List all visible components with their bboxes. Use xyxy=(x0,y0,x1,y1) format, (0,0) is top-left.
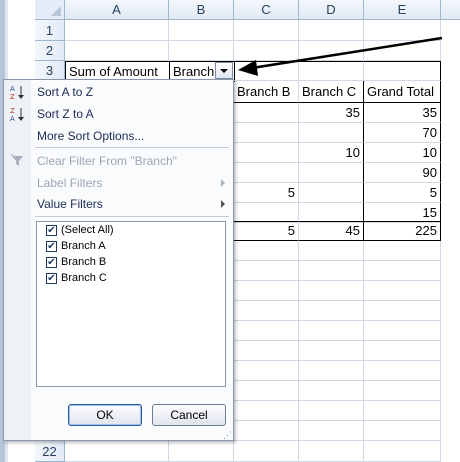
row-header-1[interactable]: 1 xyxy=(35,20,65,41)
pivot-cell-b-r1[interactable] xyxy=(234,103,299,123)
sort-ascending-icon: AZ xyxy=(10,84,26,101)
checkbox-checked-icon[interactable]: ✔ xyxy=(46,257,57,268)
checklist-item-select-all[interactable]: ✔ (Select All) xyxy=(46,224,114,236)
value-filters-submenu-icon xyxy=(221,200,225,208)
label-filters-submenu-icon xyxy=(221,179,225,187)
pivot-cell-total-r5[interactable]: 5 xyxy=(364,183,441,203)
svg-text:Z: Z xyxy=(10,107,15,115)
pivot-cell-c-r1[interactable]: 35 xyxy=(299,103,364,123)
ok-button[interactable]: OK xyxy=(68,404,142,426)
sort-a-to-z-item[interactable]: Sort A to Z xyxy=(37,85,93,99)
branch-checklist[interactable]: ✔ (Select All) ✔ Branch A ✔ Branch B ✔ B… xyxy=(36,221,226,387)
value-filters-item[interactable]: Value Filters xyxy=(37,197,103,211)
column-header-e[interactable]: E xyxy=(364,0,441,20)
pivot-cell-total-r6[interactable]: 15 xyxy=(364,203,441,223)
pivot-cell-c-r3[interactable]: 10 xyxy=(299,143,364,163)
clear-filter-icon xyxy=(10,153,26,169)
cancel-button[interactable]: Cancel xyxy=(152,404,226,426)
pivot-grand-total[interactable]: 225 xyxy=(364,221,441,241)
cell-e22[interactable] xyxy=(364,441,441,462)
pivot-cell-total-r1[interactable]: 35 xyxy=(364,103,441,123)
column-header-d[interactable]: D xyxy=(299,0,364,20)
pivot-cell-b-r3[interactable] xyxy=(234,143,299,163)
pivot-cell-b-r2[interactable] xyxy=(234,123,299,143)
row-header-2[interactable]: 2 xyxy=(35,41,65,61)
cell-a22[interactable] xyxy=(65,441,169,462)
chevron-down-icon xyxy=(220,69,228,73)
checklist-item-branch-b[interactable]: ✔ Branch B xyxy=(46,256,107,268)
svg-text:A: A xyxy=(10,115,15,122)
sort-descending-icon: ZA xyxy=(10,106,26,123)
checklist-label: Branch C xyxy=(61,272,107,284)
checklist-item-branch-c[interactable]: ✔ Branch C xyxy=(46,272,107,284)
gridlines xyxy=(234,260,441,441)
pivot-colhdr-branch-c[interactable]: Branch C xyxy=(299,81,364,103)
column-header-a[interactable]: A xyxy=(65,0,169,20)
column-header-f-partial[interactable] xyxy=(441,0,460,20)
checklist-label: (Select All) xyxy=(61,224,114,236)
checkbox-checked-icon[interactable]: ✔ xyxy=(46,273,57,284)
checkbox-checked-icon[interactable]: ✔ xyxy=(46,241,57,252)
cell-a1[interactable] xyxy=(65,20,169,41)
row-header-22[interactable]: 22 xyxy=(35,441,65,462)
pivot-colhdr-grand-total[interactable]: Grand Total xyxy=(364,81,441,103)
cell-c22[interactable] xyxy=(234,441,299,462)
cell-b2[interactable] xyxy=(169,41,234,61)
checklist-label: Branch A xyxy=(61,240,106,252)
branch-filter-menu: AZ Sort A to Z ZA Sort Z to A More Sort … xyxy=(3,79,234,441)
cell-a2[interactable] xyxy=(65,41,169,61)
pivot-cell-total-r4[interactable]: 90 xyxy=(364,163,441,183)
checkbox-checked-icon[interactable]: ✔ xyxy=(46,225,57,236)
pivot-cell-c-r4[interactable] xyxy=(299,163,364,183)
column-header-b[interactable]: B xyxy=(169,0,234,20)
pivot-cell-b-r6[interactable] xyxy=(234,203,299,223)
column-header-c[interactable]: C xyxy=(234,0,299,20)
sort-z-to-a-item[interactable]: Sort Z to A xyxy=(37,107,94,121)
pivot-colhdr-branch-b[interactable]: Branch B xyxy=(234,81,299,103)
pivot-cell-total-r3[interactable]: 10 xyxy=(364,143,441,163)
pivot-grand-c[interactable]: 45 xyxy=(299,221,364,241)
clear-filter-item[interactable]: Clear Filter From "Branch" xyxy=(37,154,177,168)
menu-icon-gutter xyxy=(4,80,31,440)
more-sort-options-item[interactable]: More Sort Options... xyxy=(37,129,144,143)
cell-b1[interactable] xyxy=(169,20,234,41)
svg-text:A: A xyxy=(10,85,15,93)
svg-text:Z: Z xyxy=(10,93,15,100)
cell-b22[interactable] xyxy=(169,441,234,462)
checklist-item-branch-a[interactable]: ✔ Branch A xyxy=(46,240,106,252)
menu-separator xyxy=(35,216,229,217)
pivot-grand-b[interactable]: 5 xyxy=(234,221,299,241)
select-all-corner[interactable] xyxy=(35,0,65,20)
cell-d22[interactable] xyxy=(299,441,364,462)
checklist-label: Branch B xyxy=(61,256,107,268)
pivot-cell-c-r6[interactable] xyxy=(299,203,364,223)
pivot-cell-c-r5[interactable] xyxy=(299,183,364,203)
resize-grip-icon[interactable]: ⋰ xyxy=(223,431,232,440)
annotation-arrow-icon xyxy=(238,36,443,76)
pivot-cell-total-r2[interactable]: 70 xyxy=(364,123,441,143)
pivot-cell-b-r4[interactable] xyxy=(234,163,299,183)
row-header-3[interactable]: 3 xyxy=(35,61,65,81)
menu-separator xyxy=(35,147,229,148)
pivot-cell-c-r2[interactable] xyxy=(299,123,364,143)
pivot-cell-b-r5[interactable]: 5 xyxy=(234,183,299,203)
label-filters-item[interactable]: Label Filters xyxy=(37,176,102,190)
